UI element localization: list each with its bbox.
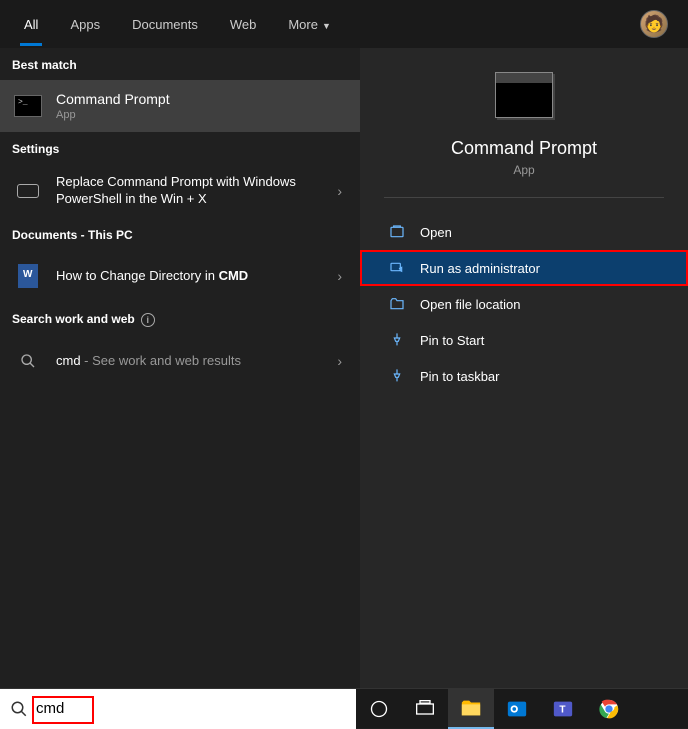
search-filter-tabs: All Apps Documents Web More▼ 🧑 <box>0 0 688 48</box>
action-pin-to-taskbar[interactable]: Pin to taskbar <box>360 358 688 394</box>
action-label: Pin to taskbar <box>420 369 500 384</box>
search-icon <box>10 700 28 718</box>
taskbar-task-view[interactable] <box>402 689 448 729</box>
word-document-icon <box>12 260 44 292</box>
taskbar-search[interactable] <box>0 689 356 729</box>
preview-subtitle: App <box>360 163 688 177</box>
divider <box>384 197 664 198</box>
chevron-right-icon: › <box>337 353 342 369</box>
result-title: Command Prompt <box>56 91 348 107</box>
tab-all[interactable]: All <box>8 3 54 46</box>
preview-title: Command Prompt <box>360 138 688 159</box>
toggle-icon <box>12 175 44 207</box>
admin-icon <box>388 260 406 276</box>
taskbar-file-explorer[interactable] <box>448 689 494 729</box>
action-run-as-admin[interactable]: Run as administrator <box>360 250 688 286</box>
result-command-prompt[interactable]: Command Prompt App <box>0 80 360 132</box>
open-icon <box>388 224 406 240</box>
svg-text:T: T <box>559 704 566 715</box>
action-label: Pin to Start <box>420 333 484 348</box>
result-title: cmd - See work and web results <box>56 353 337 368</box>
user-avatar[interactable]: 🧑 <box>640 10 668 38</box>
search-icon <box>12 345 44 377</box>
result-settings-replace-cmd[interactable]: Replace Command Prompt with Windows Powe… <box>0 164 360 218</box>
section-search-web: Search work and webi <box>0 302 360 335</box>
tab-more[interactable]: More▼ <box>272 3 347 46</box>
taskbar-outlook[interactable] <box>494 689 540 729</box>
result-web-cmd[interactable]: cmd - See work and web results › <box>0 335 360 387</box>
section-settings: Settings <box>0 132 360 164</box>
action-open-file-location[interactable]: Open file location <box>360 286 688 322</box>
preview-panel: Command Prompt App Open Run as administr… <box>360 48 688 688</box>
result-title: How to Change Directory in CMD <box>56 268 337 283</box>
taskbar-cortana[interactable] <box>356 689 402 729</box>
taskbar: T <box>0 688 688 728</box>
tab-web[interactable]: Web <box>214 3 273 46</box>
command-prompt-icon <box>12 90 44 122</box>
result-title: Replace Command Prompt with Windows Powe… <box>56 174 337 208</box>
action-pin-to-start[interactable]: Pin to Start <box>360 322 688 358</box>
results-panel: Best match Command Prompt App Settings R… <box>0 48 360 688</box>
result-doc-cmd-directory[interactable]: How to Change Directory in CMD › <box>0 250 360 302</box>
pin-icon <box>388 332 406 348</box>
section-documents: Documents - This PC <box>0 218 360 250</box>
search-input[interactable] <box>36 700 346 717</box>
taskbar-teams[interactable]: T <box>540 689 586 729</box>
action-label: Open file location <box>420 297 520 312</box>
chevron-right-icon: › <box>337 183 342 199</box>
section-best-match: Best match <box>0 48 360 80</box>
command-prompt-icon <box>495 72 553 118</box>
folder-icon <box>388 296 406 312</box>
action-open[interactable]: Open <box>360 214 688 250</box>
pin-icon <box>388 368 406 384</box>
tab-apps[interactable]: Apps <box>54 3 116 46</box>
taskbar-chrome[interactable] <box>586 689 632 729</box>
action-label: Open <box>420 225 452 240</box>
tab-documents[interactable]: Documents <box>116 3 214 46</box>
chevron-down-icon: ▼ <box>322 21 331 31</box>
chevron-right-icon: › <box>337 268 342 284</box>
result-subtitle: App <box>56 109 348 121</box>
info-icon: i <box>141 313 155 327</box>
action-label: Run as administrator <box>420 261 540 276</box>
